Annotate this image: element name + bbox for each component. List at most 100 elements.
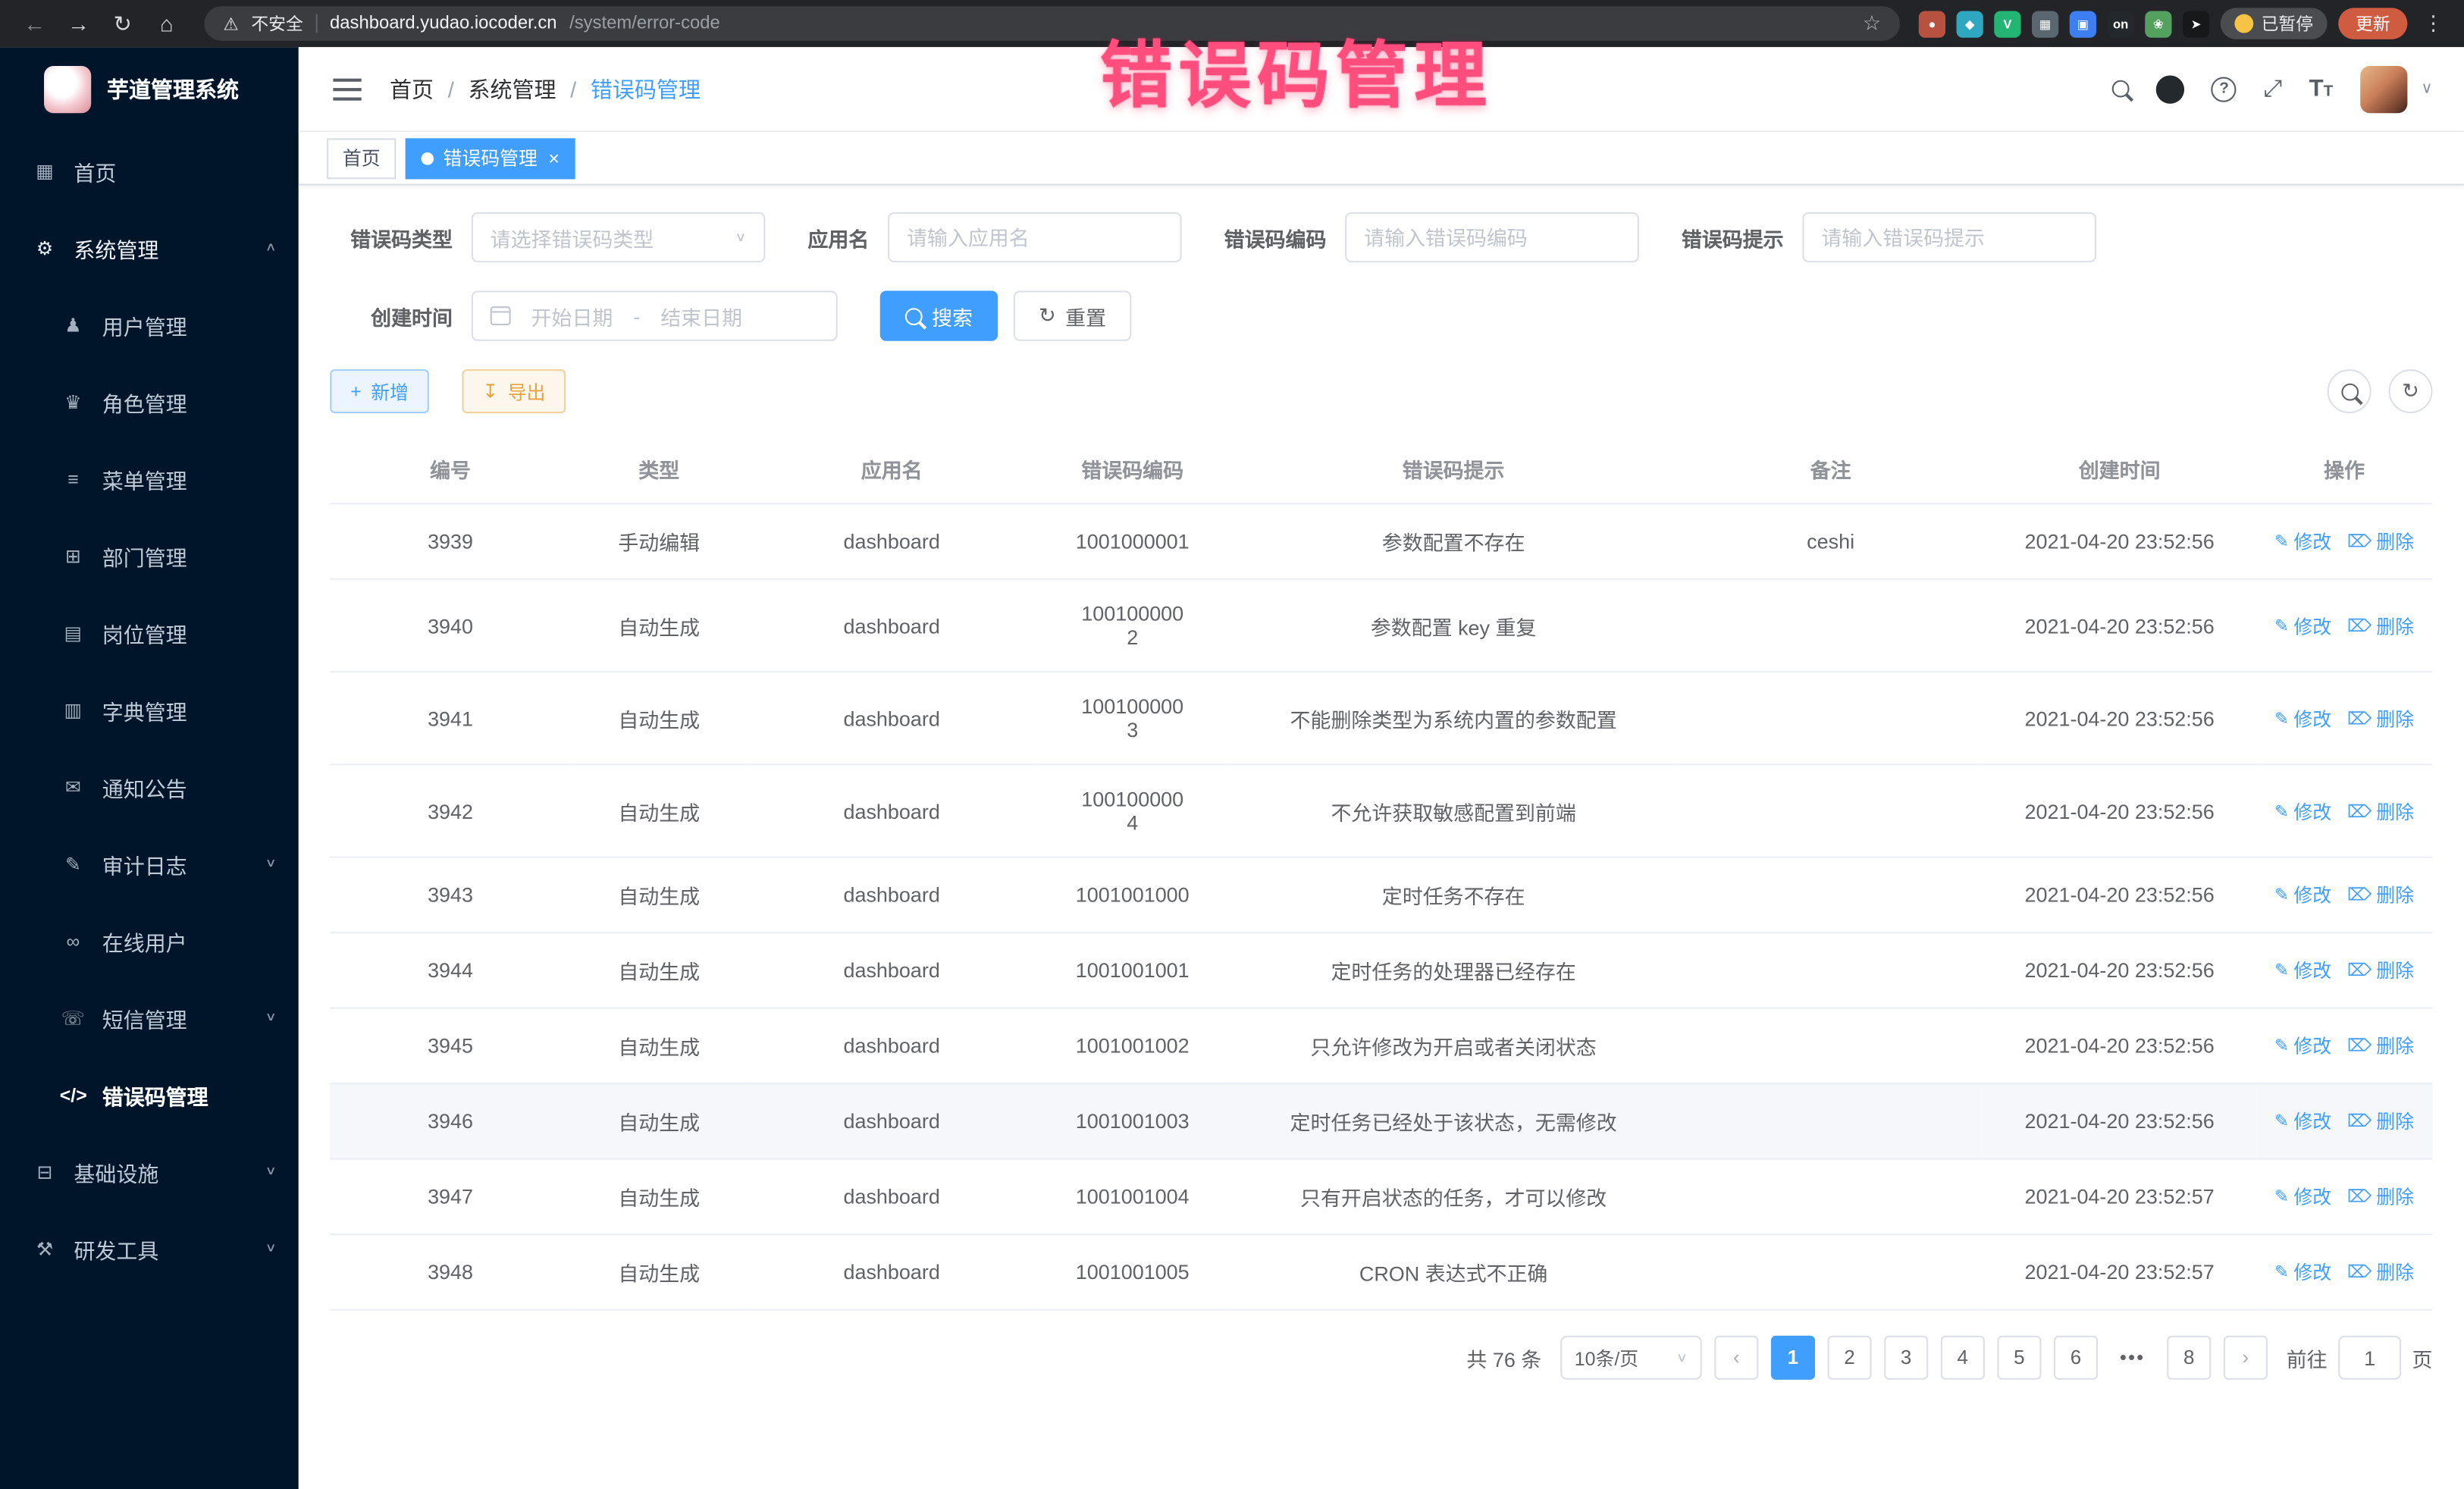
fullscreen-icon[interactable]: ⤢ xyxy=(2263,75,2282,102)
delete-link[interactable]: ⌦删除 xyxy=(2347,1033,2414,1059)
page-button-2[interactable]: 2 xyxy=(1827,1336,1871,1380)
delete-link[interactable]: ⌦删除 xyxy=(2347,1183,2414,1210)
breadcrumb-item[interactable]: 首页 xyxy=(390,73,434,104)
edit-link-label: 修改 xyxy=(2293,1108,2331,1134)
edit-link[interactable]: ✎修改 xyxy=(2274,882,2331,908)
edit-link[interactable]: ✎修改 xyxy=(2274,1259,2331,1285)
ext-7-icon[interactable]: ❀ xyxy=(2145,10,2171,36)
ext-3-icon[interactable]: V xyxy=(1994,10,2020,36)
reset-button[interactable]: ↻ 重置 xyxy=(1014,290,1131,340)
page-size-select[interactable]: 10条/页∨ xyxy=(1560,1336,1702,1380)
delete-link[interactable]: ⌦删除 xyxy=(2347,1259,2414,1285)
avatar[interactable] xyxy=(2360,65,2407,112)
sidebar-item-label: 通知公告 xyxy=(102,771,187,802)
edit-link[interactable]: ✎修改 xyxy=(2274,957,2331,983)
sidebar-item-infra[interactable]: ⊟基础设施∨ xyxy=(0,1133,299,1210)
toggle-search-button[interactable] xyxy=(2328,369,2372,413)
github-icon[interactable] xyxy=(2157,74,2185,102)
browser-forward-icon[interactable]: → xyxy=(60,0,98,47)
cell-id: 3948 xyxy=(330,1234,571,1309)
delete-link[interactable]: ⌦删除 xyxy=(2347,798,2414,824)
delete-link[interactable]: ⌦删除 xyxy=(2347,957,2414,983)
refresh-button[interactable]: ↻ xyxy=(2389,369,2433,413)
browser-menu-icon[interactable]: ⋮ xyxy=(2419,11,2448,36)
delete-link[interactable]: ⌦删除 xyxy=(2347,705,2414,732)
security-label[interactable]: 不安全 xyxy=(251,11,303,36)
sidebar-item-notice[interactable]: ✉通知公告 xyxy=(0,748,299,826)
browser-back-icon[interactable]: ← xyxy=(16,0,54,47)
breadcrumb-item[interactable]: 系统管理 xyxy=(468,73,556,104)
font-size-icon[interactable]: T xyxy=(2309,75,2334,102)
sidebar-item-dev-tools[interactable]: ⚒研发工具∨ xyxy=(0,1210,299,1287)
cell-type: 自动生成 xyxy=(571,933,748,1008)
browser-home-icon[interactable]: ⌂ xyxy=(148,0,186,47)
close-icon[interactable]: × xyxy=(548,149,560,168)
sidebar-item-role[interactable]: ♛角色管理 xyxy=(0,363,299,440)
tab-error-code[interactable]: 错误码管理× xyxy=(406,137,575,178)
chevron-down-icon[interactable]: ∨ xyxy=(2421,80,2432,98)
page-button-5[interactable]: 5 xyxy=(1997,1336,2041,1380)
edit-link[interactable]: ✎修改 xyxy=(2274,1033,2331,1059)
page-button-1[interactable]: 1 xyxy=(1771,1336,1815,1380)
page-button-3[interactable]: 3 xyxy=(1884,1336,1928,1380)
edit-link[interactable]: ✎修改 xyxy=(2274,705,2331,732)
delete-link[interactable]: ⌦删除 xyxy=(2347,882,2414,908)
breadcrumb-separator: / xyxy=(448,77,454,102)
address-bar[interactable]: ⚠ 不安全 dashboard.yudao.iocoder.cn /system… xyxy=(204,6,1899,41)
sidebar-item-menu[interactable]: ≡菜单管理 xyxy=(0,440,299,517)
paused-badge[interactable]: 已暂停 xyxy=(2221,8,2328,39)
app-name-input[interactable] xyxy=(888,212,1182,262)
browser-reload-icon[interactable]: ↻ xyxy=(104,0,142,47)
page-button-8[interactable]: 8 xyxy=(2167,1336,2211,1380)
page-button-6[interactable]: 6 xyxy=(2054,1336,2098,1380)
search-button[interactable]: 搜索 xyxy=(880,290,998,340)
browser-update-button[interactable]: 更新 xyxy=(2338,8,2407,39)
edit-link[interactable]: ✎修改 xyxy=(2274,798,2331,824)
app-logo[interactable]: 芋道管理系统 xyxy=(0,47,299,132)
prev-page-button[interactable]: ‹ xyxy=(1714,1336,1758,1380)
edit-link[interactable]: ✎修改 xyxy=(2274,1183,2331,1210)
ext-8-icon[interactable]: ➤ xyxy=(2183,10,2209,36)
help-icon[interactable]: ? xyxy=(2212,77,2237,102)
edit-link[interactable]: ✎修改 xyxy=(2274,1108,2331,1134)
ext-5-icon[interactable]: ▣ xyxy=(2070,10,2096,36)
edit-link[interactable]: ✎修改 xyxy=(2274,612,2331,638)
export-button[interactable]: ↧ 导出 xyxy=(462,369,566,413)
ext-2-icon[interactable]: ◆ xyxy=(1957,10,1983,36)
screenshot-root: ← → ↻ ⌂ ⚠ 不安全 dashboard.yudao.iocoder.cn… xyxy=(0,0,2464,1489)
logo-image xyxy=(44,66,91,113)
bookmark-star-icon[interactable]: ☆ xyxy=(1863,11,1881,36)
ext-1-icon[interactable]: ● xyxy=(1919,10,1945,36)
sidebar-item-post[interactable]: ▤岗位管理 xyxy=(0,594,299,671)
create-time-range-picker[interactable]: 开始日期 - 结束日期 xyxy=(472,290,838,340)
add-button[interactable]: + 新增 xyxy=(330,369,429,413)
page-ellipsis[interactable]: ••• xyxy=(2111,1336,2155,1380)
delete-link[interactable]: ⌦删除 xyxy=(2347,612,2414,638)
goto-page-input[interactable] xyxy=(2338,1336,2401,1380)
next-page-button[interactable]: › xyxy=(2224,1336,2268,1380)
sidebar-item-system[interactable]: ⚙系统管理∧ xyxy=(0,209,299,287)
ext-6-icon[interactable]: on xyxy=(2107,10,2133,36)
sidebar-item-dept[interactable]: ⊞部门管理 xyxy=(0,517,299,594)
sidebar-item-home[interactable]: ▦首页 xyxy=(0,132,299,209)
sidebar-item-user[interactable]: ♟用户管理 xyxy=(0,286,299,363)
cell-app: dashboard xyxy=(748,503,1036,578)
sidebar-item-online-user[interactable]: ∞在线用户 xyxy=(0,902,299,980)
sidebar-item-error-code[interactable]: </>错误码管理 xyxy=(0,1056,299,1133)
delete-link[interactable]: ⌦删除 xyxy=(2347,528,2414,554)
error-msg-input[interactable] xyxy=(1802,212,2096,262)
tab-home[interactable]: 首页 xyxy=(327,137,396,178)
chevron-down-icon: ∨ xyxy=(265,1242,277,1255)
error-type-select[interactable]: 请选择错误码类型 ∨ xyxy=(472,212,766,262)
search-icon[interactable] xyxy=(2112,80,2130,98)
search-icon xyxy=(905,307,923,324)
ext-4-icon[interactable]: ▦ xyxy=(2032,10,2058,36)
sidebar-item-dict[interactable]: ▥字典管理 xyxy=(0,671,299,748)
edit-link[interactable]: ✎修改 xyxy=(2274,528,2331,554)
error-code-input[interactable] xyxy=(1345,212,1639,262)
delete-link[interactable]: ⌦删除 xyxy=(2347,1108,2414,1134)
page-button-4[interactable]: 4 xyxy=(1941,1336,1985,1380)
sidebar-item-sms[interactable]: ☏短信管理∨ xyxy=(0,979,299,1056)
sidebar-item-audit-log[interactable]: ✎审计日志∨ xyxy=(0,825,299,902)
sidebar-toggle-icon[interactable] xyxy=(333,87,361,90)
